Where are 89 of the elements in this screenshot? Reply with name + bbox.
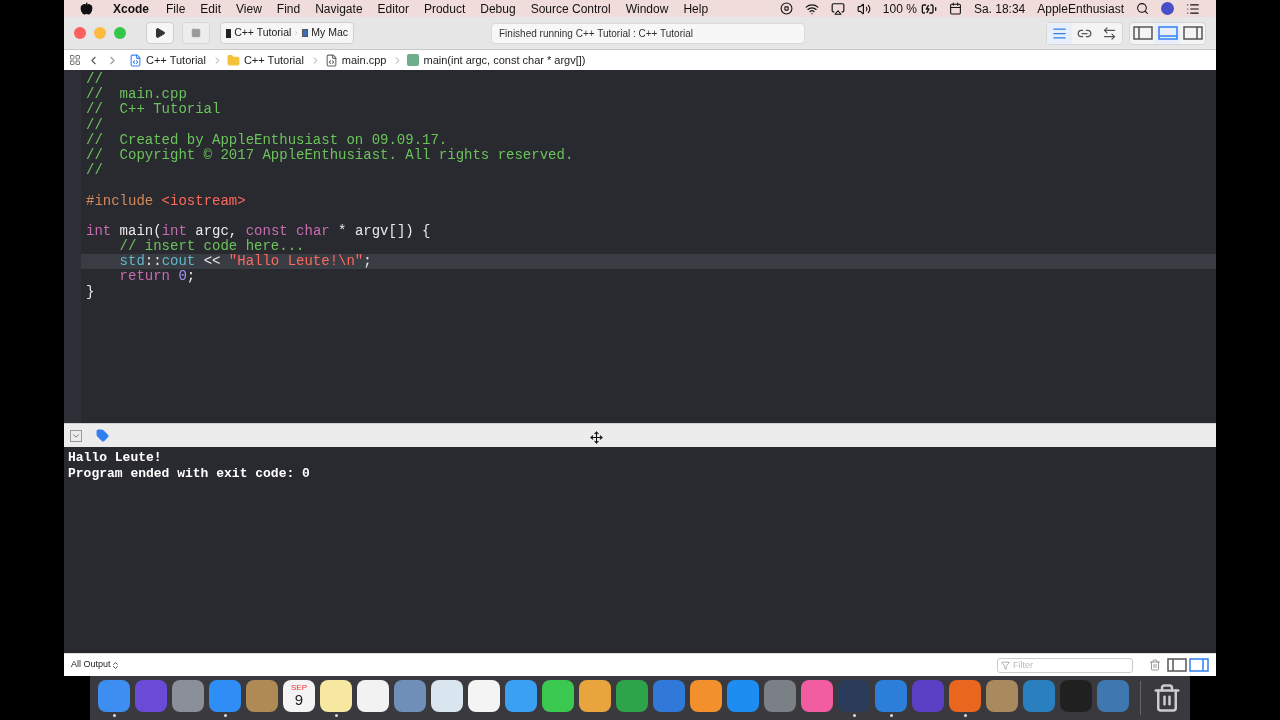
notification-list-icon[interactable] <box>1186 1 1200 16</box>
apple-logo-icon[interactable] <box>80 2 93 15</box>
dock-app-icon[interactable] <box>357 679 389 712</box>
code-line: } <box>85 284 96 300</box>
menu-item[interactable]: Source Control <box>530 0 611 18</box>
dock-app-icon[interactable] <box>579 679 611 712</box>
jump-bar-item[interactable]: C++ Tutorial <box>146 51 206 69</box>
calendar-day: 9 <box>294 692 304 707</box>
file-icon <box>324 53 338 67</box>
dropdown-arrows-icon <box>110 660 120 670</box>
dock-app-icon[interactable] <box>690 679 722 712</box>
user-name[interactable]: AppleEnthusiast <box>1037 0 1124 18</box>
menu-item[interactable]: Product <box>423 0 466 18</box>
code-line: // <box>85 72 104 87</box>
menu-item[interactable]: Help <box>683 0 709 18</box>
standard-editor-icon <box>1052 25 1067 41</box>
clock[interactable]: Sa. 18:34 <box>973 0 1026 18</box>
volume-icon[interactable] <box>856 1 871 16</box>
filter-icon <box>1001 660 1010 670</box>
version-editor-icon <box>1102 25 1117 41</box>
search-icon[interactable] <box>1136 2 1149 15</box>
code-line: // <box>85 163 104 179</box>
code-line: // insert code here... <box>118 239 305 255</box>
stop-button[interactable] <box>182 22 210 44</box>
app-menu[interactable]: Xcode <box>113 0 149 18</box>
hide-debug-area-icon[interactable] <box>70 429 82 442</box>
code-line: // C++ Tutorial <box>85 102 222 118</box>
jump-bar-item[interactable]: main.cpp <box>341 51 387 69</box>
panel-toggle-icon <box>1182 25 1203 41</box>
dock-app-icon[interactable] <box>468 679 500 712</box>
destination-name[interactable]: My Mac <box>311 25 348 41</box>
dock-app-icon[interactable] <box>542 679 574 712</box>
jump-bar-item[interactable]: C++ Tutorial <box>243 51 304 69</box>
play-icon <box>154 27 166 39</box>
close-button[interactable] <box>74 27 86 39</box>
panel-toggle-control[interactable] <box>1129 21 1206 45</box>
code-line: // <box>85 117 104 133</box>
filter-field[interactable]: Filter <box>997 657 1133 673</box>
code-line: return 0; <box>118 269 197 285</box>
menu-item[interactable]: Find <box>276 0 301 18</box>
scheme-name[interactable]: C++ Tutorial <box>234 25 292 41</box>
function-icon <box>407 54 420 66</box>
scheme-selector[interactable]: C++ Tutorial My Mac <box>220 22 354 44</box>
pane-toggle-button[interactable] <box>1167 657 1187 673</box>
record-icon[interactable] <box>779 2 793 15</box>
code-line: // Copyright © 2017 AppleEnthusiast. All rights reserved. <box>85 147 575 163</box>
folder-icon <box>226 53 240 67</box>
wifi-icon[interactable] <box>804 1 819 16</box>
jump-bar-item[interactable]: main(int argc, const char * argv[]) <box>423 51 586 69</box>
pane-toggle-button[interactable] <box>1189 657 1209 673</box>
panel-toggle-button[interactable] <box>1155 22 1180 44</box>
calendar-icon[interactable] <box>948 2 962 15</box>
output-filter-dropdown[interactable]: All Output <box>71 658 120 672</box>
separator-icon <box>294 28 300 38</box>
menu-item[interactable]: Edit <box>200 0 222 18</box>
dock-app-icon[interactable] <box>431 679 463 712</box>
menu-item[interactable]: Window <box>625 0 669 18</box>
panel-toggle-icon <box>1189 657 1209 673</box>
menu-item[interactable]: View <box>236 0 262 18</box>
dock-trash-icon[interactable] <box>1152 683 1182 713</box>
code-line: #include <iostream> <box>85 193 247 209</box>
console-line: Program ended with exit code: 0 <box>68 465 310 481</box>
menu-item[interactable]: Navigate <box>315 0 363 18</box>
panel-toggle-icon <box>1157 25 1178 41</box>
code-line: // main.cpp <box>85 87 187 103</box>
activity-status: Finished running C++ Tutorial : C++ Tutorial <box>491 22 805 44</box>
code-line: // Created by AppleEnthusiast on 09.09.17. <box>85 132 449 148</box>
trash-icon[interactable] <box>1149 659 1161 671</box>
related-items-icon[interactable] <box>69 54 81 66</box>
editor-mode-control[interactable] <box>1046 21 1123 45</box>
run-button[interactable] <box>146 22 174 44</box>
dock-app-icon[interactable]: SEP 9 <box>283 679 315 712</box>
stop-icon <box>191 28 201 38</box>
terminal-app-icon <box>226 28 232 38</box>
panel-toggle-icon <box>1132 25 1153 41</box>
panel-toggle-icon <box>1167 657 1187 673</box>
mac-icon <box>302 29 309 37</box>
resize-cursor-icon <box>590 431 603 444</box>
menu-item[interactable]: Debug <box>480 0 516 18</box>
menu-item[interactable]: File <box>166 0 186 18</box>
dock-app-icon[interactable] <box>320 679 352 712</box>
breakpoints-icon[interactable] <box>96 429 109 442</box>
code-line: int main(int argc, const char * argv[]) { <box>85 223 432 239</box>
console-line: Hallo Leute! <box>68 450 162 466</box>
menu-item[interactable]: Editor <box>377 0 409 18</box>
calendar-month: SEP <box>291 684 307 692</box>
airplay-icon[interactable] <box>830 1 845 16</box>
battery-percent: 100 % <box>882 0 917 18</box>
project-file-icon <box>129 53 142 67</box>
